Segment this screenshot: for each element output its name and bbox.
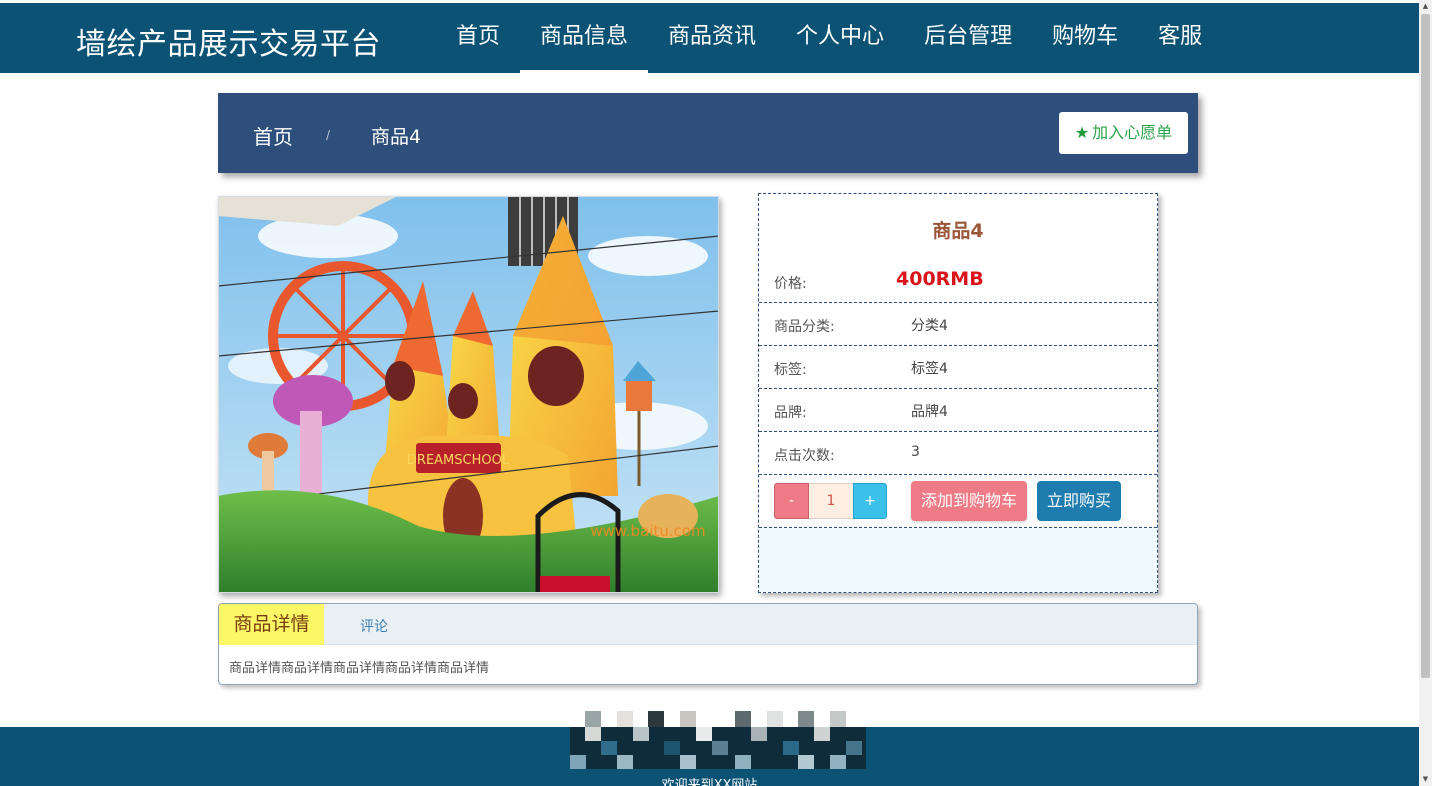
top-nav-bar: 墙绘产品展示交易平台 首页 商品信息 商品资讯 个人中心 后台管理 购物车 客服 — [0, 3, 1419, 73]
quantity-decrease-button[interactable]: - — [774, 483, 809, 519]
breadcrumb-home-link[interactable]: 首页 — [253, 121, 293, 150]
product-name: 商品4 — [932, 220, 984, 242]
category-value: 分类4 — [911, 318, 948, 334]
product-detail-text: 商品详情商品详情商品详情商品详情商品详情 — [229, 661, 490, 676]
nav-item-service[interactable]: 客服 — [1138, 3, 1222, 73]
main-nav: 首页 商品信息 商品资讯 个人中心 后台管理 购物车 客服 — [436, 3, 1222, 73]
nav-item-admin[interactable]: 后台管理 — [904, 3, 1032, 73]
product-tabs-panel: 商品详情 评论 商品详情商品详情商品详情商品详情商品详情 — [218, 603, 1198, 685]
scrollbar-thumb[interactable] — [1421, 14, 1430, 678]
category-row: 商品分类: 分类4 — [759, 303, 1157, 346]
quantity-increase-button[interactable]: + — [853, 483, 887, 519]
nav-item-products[interactable]: 商品信息 — [520, 3, 649, 73]
nav-item-cart[interactable]: 购物车 — [1032, 3, 1138, 73]
scroll-down-arrow-icon[interactable]: ▼ — [1419, 773, 1432, 786]
click-count-value: 3 — [911, 444, 920, 460]
wishlist-label: 加入心愿单 — [1092, 123, 1173, 142]
price-label: 价格: — [774, 276, 807, 292]
click-count-row: 点击次数: 3 — [759, 432, 1157, 475]
tag-value: 标签4 — [911, 361, 948, 377]
tag-label: 标签: — [774, 362, 807, 378]
add-to-cart-button[interactable]: 添加到购物车 — [911, 481, 1027, 521]
breadcrumb-separator: / — [326, 128, 331, 142]
brand-value: 品牌4 — [911, 404, 948, 420]
image-watermark: www.baitu.com — [590, 522, 705, 540]
breadcrumb-current: 商品4 — [371, 126, 422, 148]
price-row: 价格: 400RMB — [759, 260, 1157, 303]
nav-item-home[interactable]: 首页 — [436, 3, 520, 73]
tab-bar: 商品详情 评论 — [219, 604, 1197, 645]
footer-logo — [570, 711, 866, 769]
add-to-wishlist-button[interactable]: ★ 加入心愿单 — [1059, 112, 1188, 154]
buy-now-button[interactable]: 立即购买 — [1037, 481, 1121, 521]
brand-row: 品牌: 品牌4 — [759, 389, 1157, 432]
price-value: 400RMB — [896, 268, 984, 290]
quantity-input[interactable]: 1 — [809, 483, 853, 519]
brand-label: 品牌: — [774, 405, 807, 421]
category-label: 商品分类: — [774, 319, 835, 335]
tag-row: 标签: 标签4 — [759, 346, 1157, 389]
image-sign-text: DREAMSCHOOL — [407, 453, 510, 468]
product-image: DREAMSCHOOL www.baitu.com — [218, 196, 719, 593]
tab-comments[interactable]: 评论 — [360, 616, 388, 636]
breadcrumb-bar: 首页 / 商品4 ★ 加入心愿单 — [218, 93, 1198, 173]
tab-product-detail[interactable]: 商品详情 — [219, 604, 324, 645]
scroll-up-arrow-icon[interactable]: ▲ — [1419, 0, 1432, 13]
product-info-panel: 商品4 价格: 400RMB 商品分类: 分类4 标签: 标签4 品牌: 品牌4… — [758, 193, 1158, 593]
footer-welcome-text: 欢迎来到XX网站 — [661, 778, 758, 786]
star-icon: ★ — [1074, 123, 1090, 142]
page-scrollbar[interactable]: ▲ ▼ — [1419, 0, 1432, 786]
site-title[interactable]: 墙绘产品展示交易平台 — [76, 19, 381, 63]
click-count-label: 点击次数: — [774, 448, 835, 464]
nav-item-profile[interactable]: 个人中心 — [776, 3, 904, 73]
info-panel-footer — [759, 528, 1157, 592]
nav-item-news[interactable]: 商品资讯 — [648, 3, 776, 73]
